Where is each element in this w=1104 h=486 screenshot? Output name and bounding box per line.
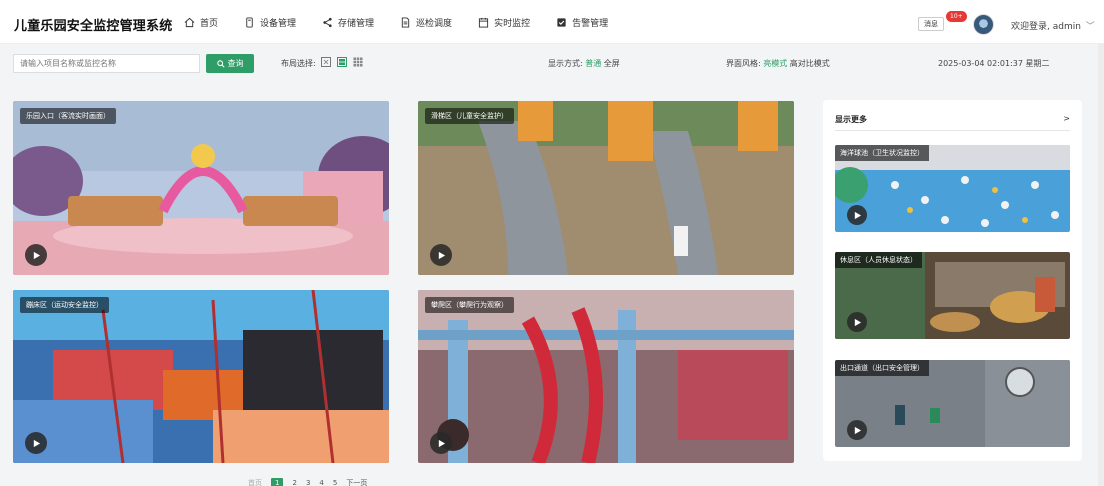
page-5[interactable]: 5 <box>333 479 337 486</box>
layout-single-icon[interactable] <box>321 57 331 67</box>
camera-label: 休息区（人员休息状态） <box>835 252 922 268</box>
page-2[interactable]: 2 <box>292 479 296 486</box>
play-icon <box>854 318 861 326</box>
display-full-option[interactable]: 全屏 <box>604 59 620 68</box>
checkbox-icon <box>557 17 566 27</box>
play-icon <box>438 439 445 447</box>
nav-item-alarm[interactable]: 告警管理 <box>556 16 608 29</box>
layout-four-icon[interactable] <box>337 57 347 67</box>
camera-feed <box>13 290 389 463</box>
message-button[interactable]: 消息 <box>918 17 944 31</box>
pagination: 首页 1 2 3 4 5 下一页 <box>248 478 376 486</box>
page-1[interactable]: 1 <box>271 478 284 486</box>
camera-label: 出口通道（出口安全管理） <box>835 360 929 376</box>
play-icon <box>438 251 445 259</box>
theme-contrast-option[interactable]: 高对比模式 <box>790 59 830 68</box>
camera-feed <box>418 101 794 275</box>
nav-label: 设备管理 <box>260 18 297 29</box>
play-icon <box>854 211 861 219</box>
more-link[interactable]: > <box>1063 114 1070 123</box>
camera-ball-pit[interactable]: 海洋球池（卫生状况监控） <box>835 145 1070 232</box>
camera-climbing[interactable]: 攀爬区（攀爬行为观察） <box>418 290 794 463</box>
camera-slide[interactable]: 滑梯区（儿童安全监护） <box>418 101 794 275</box>
nav-label: 告警管理 <box>572 18 609 29</box>
camera-rest-area[interactable]: 休息区（人员休息状态） <box>835 252 1070 339</box>
layout-selector <box>321 57 369 67</box>
play-icon <box>854 426 861 434</box>
theme-label: 界面风格: <box>726 59 761 68</box>
nav-item-storage[interactable]: 存储管理 <box>322 16 374 29</box>
nav-label: 实时监控 <box>494 18 531 29</box>
message-badge: 10+ <box>946 11 967 22</box>
search-icon <box>216 59 225 68</box>
share-icon <box>323 17 332 27</box>
display-label: 显示方式: <box>548 59 583 68</box>
play-button[interactable] <box>847 205 867 225</box>
camera-label: 蹦床区（运动安全监控） <box>20 297 109 313</box>
datetime: 2025-03-04 02:01:37 星期二 <box>938 59 1050 68</box>
theme-selector: 界面风格: 亮模式 高对比模式 <box>726 58 830 69</box>
search-input[interactable] <box>13 54 200 73</box>
camera-exit[interactable]: 出口通道（出口安全管理） <box>835 360 1070 447</box>
page-3[interactable]: 3 <box>306 479 310 486</box>
nav-item-home[interactable]: 首页 <box>184 16 218 29</box>
user-menu[interactable]: 欢迎登录, admin ﹀ <box>1011 19 1095 32</box>
welcome-text: 欢迎登录, admin <box>1011 22 1081 32</box>
nav-label: 存储管理 <box>338 18 375 29</box>
search-button[interactable]: 查询 <box>206 54 254 73</box>
document-icon <box>401 16 410 28</box>
theme-light-option[interactable]: 亮模式 <box>763 59 787 68</box>
play-button[interactable] <box>25 432 47 454</box>
camera-label: 滑梯区（儿童安全监护） <box>425 108 514 124</box>
main-nav: 首页 设备管理 存储管理 巡检调度 实时监控 告警管理 <box>184 0 634 44</box>
play-button[interactable] <box>847 420 867 440</box>
pagination-first[interactable]: 首页 <box>248 478 262 486</box>
camera-entrance[interactable]: 乐园入口（客流实时画面） <box>13 101 389 275</box>
nav-item-monitor[interactable]: 实时监控 <box>478 16 530 29</box>
camera-label: 攀爬区（攀爬行为观察） <box>425 297 514 313</box>
camera-label: 乐园入口（客流实时画面） <box>20 108 116 124</box>
play-button[interactable] <box>430 244 452 266</box>
pagination-next[interactable]: 下一页 <box>346 478 367 486</box>
panel-title: 显示更多 <box>835 115 867 124</box>
nav-label: 巡检调度 <box>416 18 453 29</box>
display-mode: 显示方式: 普通 全屏 <box>548 58 620 69</box>
divider <box>835 130 1070 131</box>
page-4[interactable]: 4 <box>319 479 323 486</box>
top-bar: 儿童乐园安全监控管理系统 首页 设备管理 存储管理 巡检调度 实时监控 告警管理… <box>0 0 1104 44</box>
play-button[interactable] <box>430 432 452 454</box>
layout-nine-icon[interactable] <box>353 57 363 67</box>
play-button[interactable] <box>25 244 47 266</box>
camera-trampoline[interactable]: 蹦床区（运动安全监控） <box>13 290 389 463</box>
search-button-label: 查询 <box>227 59 244 68</box>
display-normal-option[interactable]: 普通 <box>585 59 601 68</box>
play-icon <box>33 439 40 447</box>
scrollbar[interactable] <box>1098 44 1104 486</box>
camera-label: 海洋球池（卫生状况监控） <box>835 145 929 161</box>
layout-label: 布局选择: <box>281 59 316 68</box>
device-icon <box>246 16 253 28</box>
avatar[interactable] <box>973 14 994 35</box>
calendar-icon <box>478 17 489 28</box>
chevron-down-icon: ﹀ <box>1085 22 1095 32</box>
camera-feed <box>13 101 389 275</box>
nav-item-inspection[interactable]: 巡检调度 <box>400 16 452 29</box>
play-icon <box>33 251 40 259</box>
more-cameras-panel: 显示更多 > 海洋球池（卫生状况监控） 休息区（人员休息状态） 出口通道（出口安… <box>823 100 1082 461</box>
play-button[interactable] <box>847 312 867 332</box>
camera-feed <box>418 290 794 463</box>
nav-item-device[interactable]: 设备管理 <box>244 16 296 29</box>
nav-label: 首页 <box>200 18 219 29</box>
app-title: 儿童乐园安全监控管理系统 <box>14 19 173 34</box>
home-icon <box>184 17 195 27</box>
